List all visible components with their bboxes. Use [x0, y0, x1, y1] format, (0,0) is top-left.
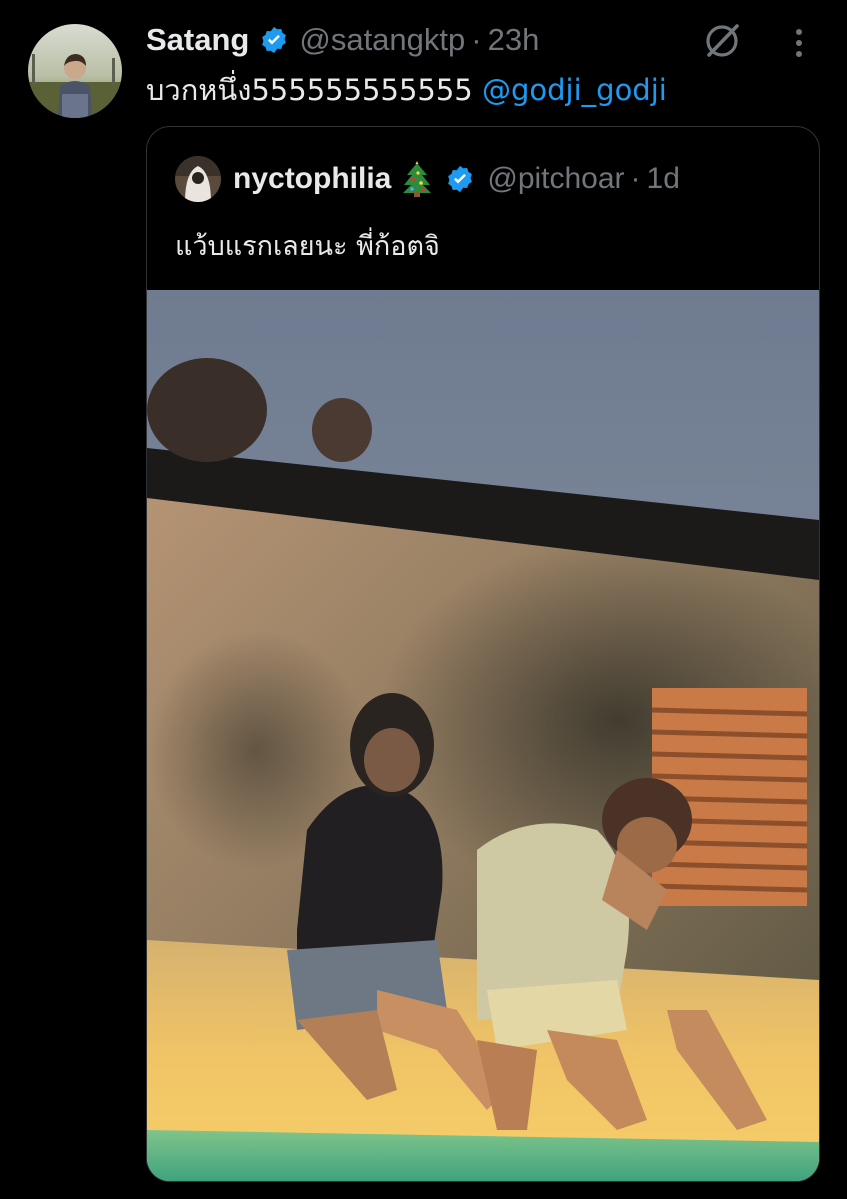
author-handle[interactable]: @satangktp — [299, 22, 465, 58]
mention-link[interactable]: @godji_godji — [482, 73, 667, 107]
quoted-author-display-name[interactable]: nyctophilia — [233, 162, 391, 196]
author-display-name[interactable]: Satang — [146, 22, 249, 58]
author-avatar[interactable] — [28, 24, 122, 118]
quoted-verified-badge-icon — [445, 164, 475, 194]
verified-badge-icon — [259, 25, 289, 55]
tweet-body-text: บวกหนึ่ง555555555555 — [146, 73, 473, 107]
separator-dot: · — [471, 22, 482, 57]
quoted-tweet-header: nyctophilia @pitchoar · 1d — [175, 155, 680, 203]
quoted-tweet-photo[interactable] — [147, 290, 819, 1181]
more-vertical-icon[interactable] — [784, 26, 814, 60]
tweet-timestamp[interactable]: 23h — [488, 22, 540, 58]
quoted-author-avatar[interactable] — [175, 156, 221, 202]
quoted-separator-dot: · — [630, 162, 641, 195]
tweet[interactable]: Satang @satangktp · 23h บวกหนึ่ง55555555… — [0, 0, 847, 1199]
quoted-tweet-card[interactable]: nyctophilia @pitchoar · 1d แว้บแรกเลยนะ … — [146, 126, 820, 1182]
grok-icon[interactable] — [703, 22, 741, 60]
christmas-tree-icon — [401, 161, 433, 197]
tweet-text: บวกหนึ่ง555555555555 @godji_godji — [146, 68, 667, 112]
tweet-header: Satang @satangktp · 23h — [146, 18, 539, 62]
quoted-author-handle[interactable]: @pitchoar — [487, 162, 624, 196]
quoted-tweet-text: แว้บแรกเลยนะ พี่ก้อตจิ — [175, 231, 440, 262]
quoted-tweet-timestamp[interactable]: 1d — [647, 162, 680, 196]
